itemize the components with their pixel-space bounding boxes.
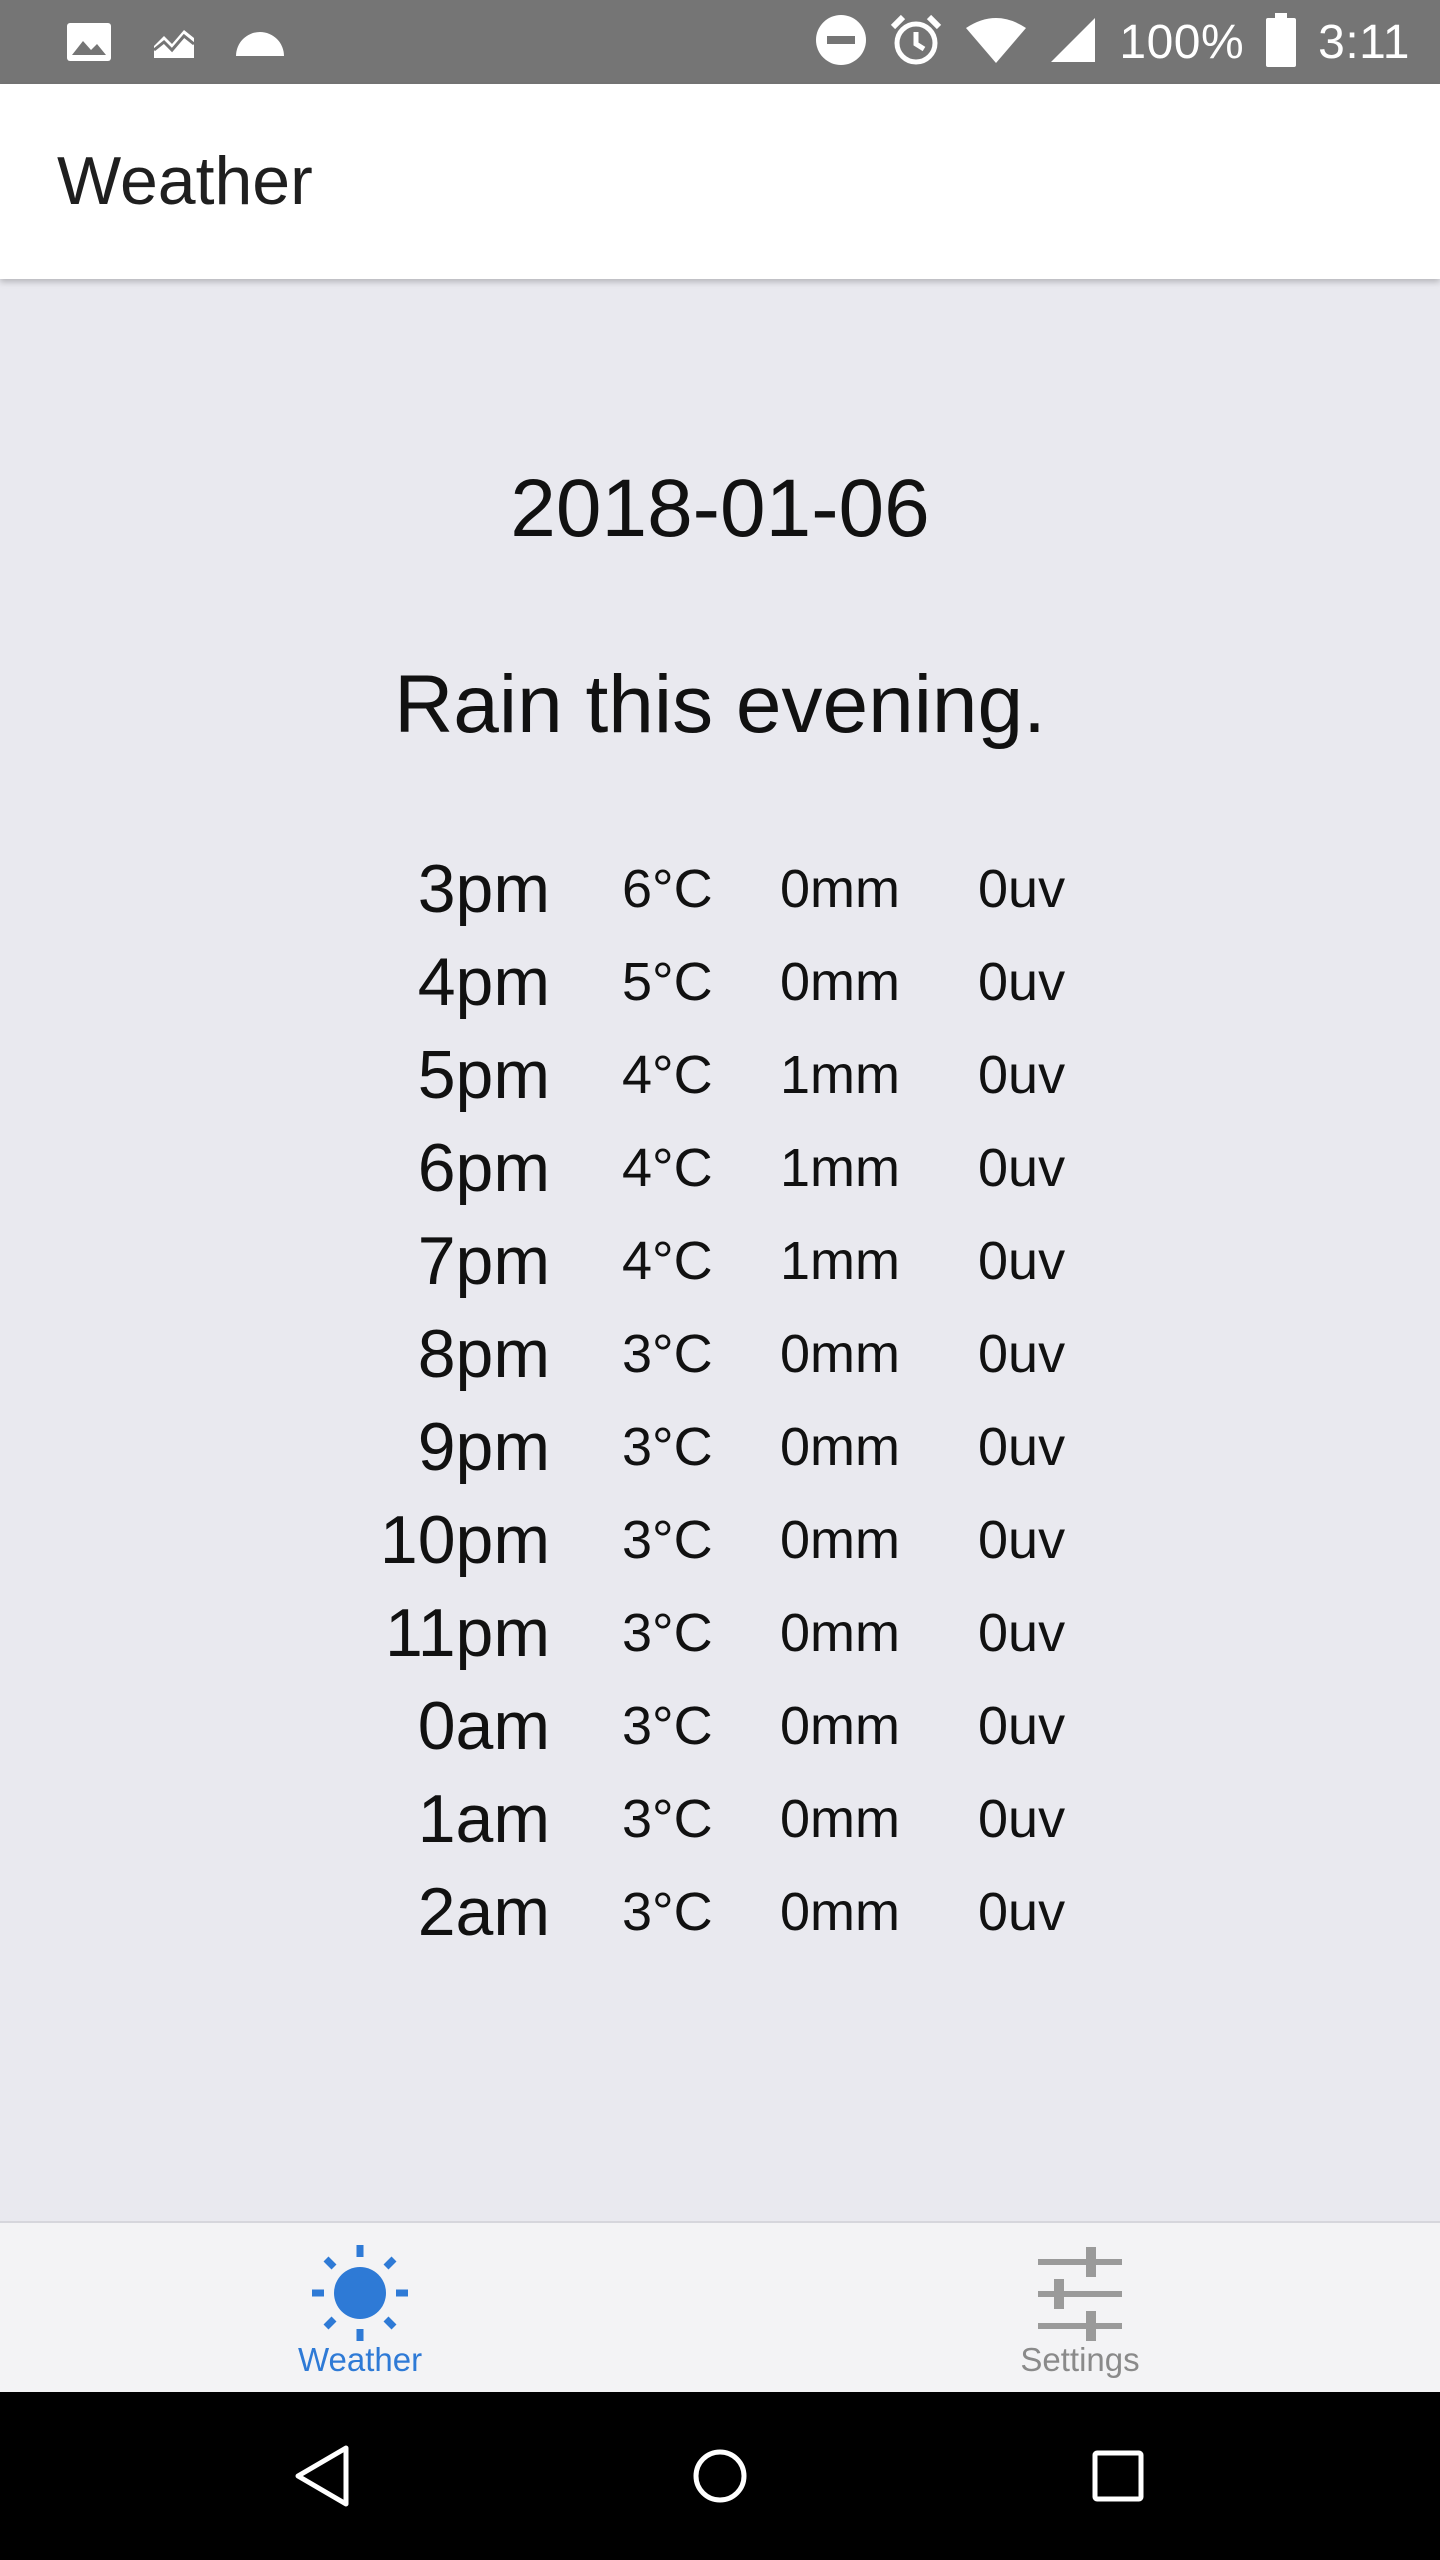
tab-settings[interactable]: Settings xyxy=(720,2223,1440,2392)
forecast-precipitation: 0mm xyxy=(780,1417,900,1477)
app-bar: Weather xyxy=(0,84,1440,279)
forecast-precipitation: 0mm xyxy=(780,1510,900,1570)
chart-icon xyxy=(152,0,196,84)
forecast-uv-index: 0uv xyxy=(978,1138,1066,1198)
back-icon[interactable] xyxy=(270,2426,370,2526)
forecast-uv-index: 0uv xyxy=(978,1882,1066,1942)
forecast-temperature: 3°C xyxy=(622,1789,713,1849)
weather-content: 2018-01-06 Rain this evening. 3pm 6°C 0mm 0… xyxy=(0,279,1440,2221)
forecast-uv-index: 0uv xyxy=(978,1510,1066,1570)
forecast-precipitation: 0mm xyxy=(780,1696,900,1756)
tab-settings-label: Settings xyxy=(1020,2341,1140,2378)
forecast-time: 0am xyxy=(417,1688,550,1764)
forecast-temperature: 6°C xyxy=(622,859,713,919)
clock: 3:11 xyxy=(1318,15,1410,69)
forecast-temperature: 3°C xyxy=(622,1696,713,1756)
bottom-nav: Weather Settings xyxy=(0,2221,1440,2392)
hourly-forecast-list: 3pm 6°C 0mm 0uv 4pm 5°C 0mm 0uv 5pm 4°C 1mm 0uv 6pm 4… xyxy=(0,843,1440,1959)
forecast-temperature: 3°C xyxy=(622,1510,713,1570)
forecast-time: 11pm xyxy=(384,1595,550,1671)
forecast-temperature: 4°C xyxy=(622,1231,713,1291)
forecast-precipitation: 1mm xyxy=(780,1231,900,1291)
forecast-temperature: 3°C xyxy=(622,1417,713,1477)
system-nav-bar xyxy=(0,2392,1440,2560)
forecast-temperature: 3°C xyxy=(622,1324,713,1384)
forecast-row: 6pm 4°C 1mm 0uv xyxy=(0,1122,1440,1215)
forecast-uv-index: 0uv xyxy=(978,952,1066,1012)
tab-weather[interactable]: Weather xyxy=(0,2223,720,2392)
forecast-uv-index: 0uv xyxy=(978,859,1066,919)
cloud-icon xyxy=(234,0,286,84)
forecast-time: 4pm xyxy=(417,944,550,1020)
forecast-uv-index: 0uv xyxy=(978,1324,1066,1384)
forecast-row: 11pm 3°C 0mm 0uv xyxy=(0,1587,1440,1680)
forecast-row: 5pm 4°C 1mm 0uv xyxy=(0,1029,1440,1122)
forecast-temperature: 3°C xyxy=(622,1603,713,1663)
forecast-precipitation: 0mm xyxy=(780,1789,900,1849)
forecast-temperature: 5°C xyxy=(622,952,713,1012)
do-not-disturb-icon xyxy=(815,14,867,71)
forecast-precipitation: 0mm xyxy=(780,1882,900,1942)
forecast-uv-index: 0uv xyxy=(978,1789,1066,1849)
forecast-time: 7pm xyxy=(417,1223,550,1299)
forecast-uv-index: 0uv xyxy=(978,1231,1066,1291)
tab-weather-label: Weather xyxy=(297,2341,423,2378)
forecast-time: 3pm xyxy=(417,851,550,927)
forecast-row: 3pm 6°C 0mm 0uv xyxy=(0,843,1440,936)
forecast-time: 6pm xyxy=(417,1130,550,1206)
forecast-uv-index: 0uv xyxy=(978,1696,1066,1756)
forecast-precipitation: 0mm xyxy=(780,952,900,1012)
wifi-icon xyxy=(965,16,1027,69)
forecast-time: 1am xyxy=(417,1781,550,1857)
forecast-time: 8pm xyxy=(417,1316,550,1392)
forecast-time: 2am xyxy=(417,1874,550,1950)
alarm-icon xyxy=(889,13,943,72)
forecast-time: 10pm xyxy=(379,1502,550,1578)
sun-icon xyxy=(310,2243,410,2343)
forecast-row: 7pm 4°C 1mm 0uv xyxy=(0,1215,1440,1308)
recents-icon[interactable] xyxy=(1068,2426,1168,2526)
forecast-row: 1am 3°C 0mm 0uv xyxy=(0,1773,1440,1866)
forecast-row: 8pm 3°C 0mm 0uv xyxy=(0,1308,1440,1401)
forecast-uv-index: 0uv xyxy=(978,1045,1066,1105)
battery-percent: 100% xyxy=(1119,15,1245,69)
status-bar: 100% 3:11 xyxy=(0,0,1440,84)
image-icon xyxy=(66,0,112,84)
forecast-uv-index: 0uv xyxy=(978,1417,1066,1477)
forecast-date: 2018-01-06 xyxy=(510,463,930,554)
sliders-icon xyxy=(1030,2243,1130,2343)
forecast-precipitation: 0mm xyxy=(780,1603,900,1663)
battery-icon xyxy=(1266,12,1297,72)
signal-icon xyxy=(1049,16,1097,69)
forecast-time: 5pm xyxy=(417,1037,550,1113)
page-title: Weather xyxy=(57,143,313,219)
forecast-precipitation: 1mm xyxy=(780,1138,900,1198)
forecast-row: 4pm 5°C 0mm 0uv xyxy=(0,936,1440,1029)
forecast-row: 10pm 3°C 0mm 0uv xyxy=(0,1494,1440,1587)
forecast-temperature: 4°C xyxy=(622,1138,713,1198)
forecast-temperature: 3°C xyxy=(622,1882,713,1942)
forecast-row: 9pm 3°C 0mm 0uv xyxy=(0,1401,1440,1494)
forecast-row: 0am 3°C 0mm 0uv xyxy=(0,1680,1440,1773)
forecast-row: 2am 3°C 0mm 0uv xyxy=(0,1866,1440,1959)
forecast-precipitation: 0mm xyxy=(780,859,900,919)
forecast-uv-index: 0uv xyxy=(978,1603,1066,1663)
home-icon[interactable] xyxy=(670,2426,770,2526)
forecast-precipitation: 1mm xyxy=(780,1045,900,1105)
forecast-summary: Rain this evening. xyxy=(394,659,1046,750)
forecast-precipitation: 0mm xyxy=(780,1324,900,1384)
forecast-time: 9pm xyxy=(417,1409,550,1485)
forecast-temperature: 4°C xyxy=(622,1045,713,1105)
